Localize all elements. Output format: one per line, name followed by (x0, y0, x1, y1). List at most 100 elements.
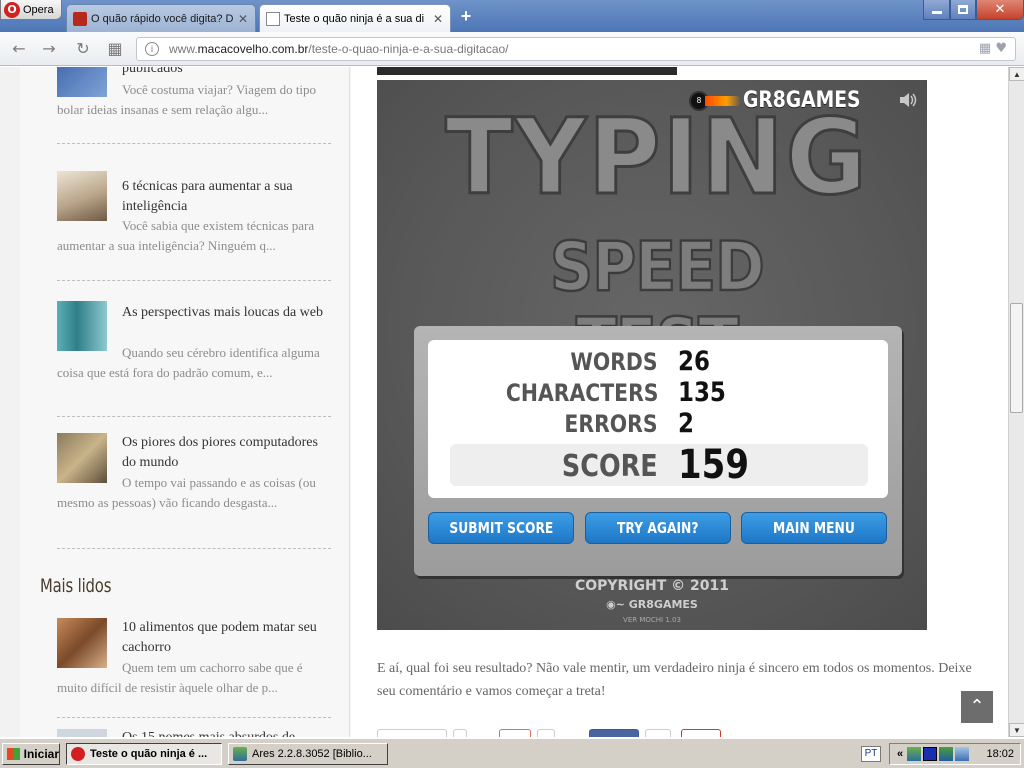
ares-icon (233, 747, 247, 761)
navigation-bar: ← → ↻ ▦ i www. macacovelho.com.br/teste-o… (0, 32, 1024, 66)
sidebar-post[interactable]: Os piores dos piores computadores do mun… (57, 433, 331, 549)
sidebar-post[interactable]: As perspectivas mais loucas da web Quand… (57, 301, 331, 417)
windows-logo-icon (7, 748, 20, 760)
post-title[interactable]: publicados (122, 67, 334, 79)
opera-menu-button[interactable]: O Opera (0, 0, 62, 20)
sidebar-post[interactable]: 10 alimentos que podem matar seu cachorr… (57, 618, 331, 718)
speed-dial-button[interactable]: ▦ (104, 38, 126, 60)
web-page: publicados Você costuma viajar? Viagem d… (0, 67, 1008, 737)
characters-value: 135 (678, 377, 726, 408)
grid-icon: ▦ (107, 39, 123, 58)
post-excerpt: Você costuma viajar? Viagem do tipo bola… (57, 82, 317, 117)
eight-ball-icon: ◉~ (606, 598, 629, 611)
url-prefix: www. (169, 42, 198, 56)
ares-tray-icon[interactable] (907, 747, 921, 761)
clock[interactable]: 18:02 (986, 748, 1014, 760)
post-title[interactable]: As perspectivas mais loucas da web (122, 303, 334, 323)
share-button[interactable] (377, 729, 447, 737)
opera-logo-icon: O (4, 1, 20, 18)
share-buttons-row (377, 729, 757, 737)
post-title[interactable]: Os 15 nomes mais absurdos de (122, 728, 334, 737)
start-button[interactable]: Iniciar (2, 743, 60, 765)
close-icon[interactable]: ✕ (430, 12, 446, 26)
scroll-down-arrow-icon[interactable]: ▼ (1009, 723, 1024, 737)
typing-speed-test-game[interactable]: 8 GR8GAMES TYPING SPEED TEST WORDS 26 CH… (377, 80, 927, 630)
bookmark-heart-icon[interactable]: ♥ (995, 41, 1007, 56)
extensions-icon[interactable]: ▦ (979, 41, 991, 56)
try-again-button[interactable]: TRY AGAIN? (585, 512, 731, 544)
post-excerpt: Você sabia que existem técnicas para aum… (57, 218, 315, 253)
words-value: 26 (678, 346, 710, 377)
embedded-media-bottom (377, 67, 677, 75)
reload-button[interactable]: ↻ (72, 38, 94, 60)
windows-taskbar: Iniciar Teste o quão ninja é ... Ares 2.… (0, 738, 1024, 768)
errors-value: 2 (678, 408, 694, 439)
tab-ninja-test[interactable]: Teste o quão ninja é a sua di ✕ (259, 4, 451, 32)
post-title[interactable]: Os piores dos piores computadores do mun… (122, 433, 334, 473)
post-title[interactable]: 6 técnicas para aumentar a sua inteligên… (122, 177, 334, 217)
task-label: Teste o quão ninja é ... (90, 748, 208, 760)
results-box: WORDS 26 CHARACTERS 135 ERRORS 2 SCORE 1… (428, 340, 888, 498)
back-to-top-button[interactable]: ⌃ (961, 691, 993, 723)
vertical-scrollbar[interactable]: ▲ ▼ (1008, 67, 1024, 737)
url-path: /teste-o-quao-ninja-e-a-sua-digitacao/ (308, 42, 509, 56)
post-excerpt: Quando seu cérebro identifica alguma coi… (57, 345, 320, 380)
main-menu-button[interactable]: MAIN MENU (741, 512, 887, 544)
show-hidden-icons-icon[interactable]: « (894, 748, 906, 760)
minimize-button[interactable] (923, 0, 950, 20)
article-paragraph: E aí, qual foi seu resultado? Não vale m… (377, 661, 972, 699)
forward-button[interactable]: → (38, 38, 60, 60)
network-tray-icon[interactable] (939, 747, 953, 761)
share-counter (453, 729, 467, 737)
sidebar-post[interactable]: 6 técnicas para aumentar a sua inteligên… (57, 171, 331, 281)
score-row (450, 444, 868, 486)
reload-icon: ↻ (76, 39, 90, 58)
tab-typing-speed[interactable]: O quão rápido você digita? D ✕ (66, 4, 256, 32)
back-arrow-icon: ← (12, 39, 26, 58)
address-bar[interactable]: i www. macacovelho.com.br/teste-o-quao-ni… (136, 37, 1016, 61)
close-icon[interactable]: ✕ (235, 12, 251, 26)
scroll-up-arrow-icon[interactable]: ▲ (1009, 67, 1024, 81)
score-label: SCORE (562, 449, 658, 484)
taskbar-item-opera[interactable]: Teste o quão ninja é ... (66, 743, 222, 765)
taskbar-item-ares[interactable]: Ares 2.2.8.3052 [Biblio... (228, 743, 388, 765)
post-title[interactable]: 10 alimentos que podem matar seu cachorr… (122, 618, 334, 658)
language-indicator[interactable]: PT (861, 746, 881, 762)
submit-score-button[interactable]: SUBMIT SCORE (428, 512, 574, 544)
new-tab-button[interactable]: + (456, 6, 476, 26)
sidebar-post[interactable]: Os 15 nomes mais absurdos de (57, 729, 331, 737)
url-domain: macacovelho.com.br (197, 42, 309, 56)
version-text: VER MOCHI 1.03 (623, 616, 681, 624)
tab-title: O quão rápido você digita? D (91, 12, 234, 25)
scrollbar-thumb[interactable] (1010, 303, 1023, 413)
most-read-heading: Mais lidos (40, 575, 112, 597)
chevron-up-icon: ⌃ (969, 696, 985, 716)
opera-icon (71, 747, 85, 761)
post-excerpt: Quem tem um cachorro sabe que é muito di… (57, 660, 303, 695)
minimize-icon (931, 11, 942, 14)
post-thumbnail[interactable] (57, 171, 107, 221)
system-tray: « 18:02 (889, 743, 1021, 765)
close-window-button[interactable]: ✕ (976, 0, 1024, 20)
media-player-tray-icon[interactable] (923, 747, 937, 761)
restore-button[interactable] (950, 0, 976, 20)
characters-label: CHARACTERS (505, 379, 658, 407)
game-title-typing: TYPING (444, 96, 869, 218)
back-button[interactable]: ← (8, 38, 30, 60)
errors-label: ERRORS (564, 410, 658, 438)
opera-menu-label: Opera (23, 3, 54, 16)
facebook-share-button[interactable] (589, 729, 639, 737)
tab-title: Teste o quão ninja é a sua di (284, 12, 425, 25)
sidebar: publicados Você costuma viajar? Viagem d… (20, 67, 350, 737)
site-info-icon[interactable]: i (145, 42, 159, 56)
post-thumbnail[interactable] (57, 729, 107, 737)
copyright-text: COPYRIGHT © 2011 (574, 578, 730, 594)
page-favicon-icon (266, 11, 280, 26)
speaker-icon[interactable] (899, 92, 919, 110)
pinterest-share-button[interactable] (681, 729, 721, 737)
sidebar-post[interactable]: publicados Você costuma viajar? Viagem d… (57, 67, 331, 144)
monitor-tray-icon[interactable] (955, 747, 969, 761)
share-button[interactable] (499, 729, 531, 737)
main-content: 8 GR8GAMES TYPING SPEED TEST WORDS 26 CH… (351, 67, 1008, 737)
copyright-brand: ◉~ GR8GAMES (606, 598, 698, 611)
